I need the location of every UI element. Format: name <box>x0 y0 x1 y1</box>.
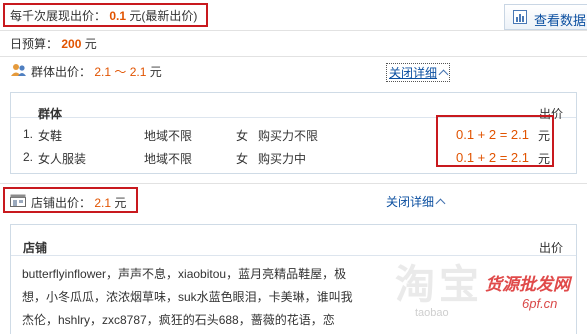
group-region: 地域不限 <box>144 152 193 166</box>
group-purchasing-power: 购买力不限 <box>258 129 319 143</box>
group-name: 女鞋 <box>38 129 63 143</box>
view-data-label: 查看数据 <box>534 13 587 28</box>
cpm-value: 0.1 <box>109 9 127 23</box>
row-index: 1. <box>23 127 34 141</box>
watermark-url-fragment: taobao <box>415 307 449 319</box>
row-index: 2. <box>23 150 34 164</box>
group-name: 女人服装 <box>38 152 87 166</box>
group-purchasing-power: 购买力中 <box>258 152 307 166</box>
shop-icon <box>10 194 26 207</box>
cpm-label: 每千次展现出价： <box>10 9 107 23</box>
group-bid-line: 群体出价： 2.1 ～ 2.1 元 <box>31 63 162 80</box>
group-bid-unit: 元 <box>149 65 162 79</box>
watermark-site-name: 货源批发网 <box>485 275 570 294</box>
group-region: 地域不限 <box>144 129 193 143</box>
divider <box>0 56 587 57</box>
watermark-site-url: 6pf.cn <box>522 296 558 311</box>
divider <box>0 183 587 184</box>
shop-bid-value: 2.1 <box>94 196 112 210</box>
budget-value: 200 <box>61 37 82 51</box>
chevron-up-icon <box>435 198 446 209</box>
watermark-taobao: 淘宝 <box>395 263 483 307</box>
cpm-unit: 元(最新出价) <box>129 9 198 23</box>
close-detail-link-group[interactable]: 关闭详细 <box>386 63 451 82</box>
daily-budget-line: 日预算： 200 元 <box>10 35 97 52</box>
close-detail-label: 关闭详细 <box>386 195 435 209</box>
shop-column-header: 店铺 <box>23 241 48 255</box>
close-detail-link-shop[interactable]: 关闭详细 <box>386 193 446 210</box>
shop-bid-line: 店铺出价： 2.1 元 <box>31 194 126 211</box>
group-gender: 女 <box>236 129 249 143</box>
group-gender: 女 <box>236 152 249 166</box>
budget-label: 日预算： <box>10 37 59 51</box>
chart-icon <box>513 10 527 24</box>
group-bid-range: 2.1 ～ 2.1 <box>94 65 147 79</box>
shop-bid-label: 店铺出价： <box>31 196 92 210</box>
close-detail-label: 关闭详细 <box>389 66 438 80</box>
shop-table-header: 店铺 出价 <box>11 225 576 256</box>
shop-bid-column-header: 出价 <box>539 241 564 255</box>
people-icon <box>11 64 26 76</box>
divider <box>0 30 587 31</box>
cpm-bid-line: 每千次展现出价： 0.1 元(最新出价) <box>10 7 197 24</box>
group-column-header: 群体 <box>38 107 63 121</box>
chevron-up-icon <box>438 69 449 80</box>
budget-unit: 元 <box>84 37 97 51</box>
group-bid-label: 群体出价： <box>31 65 92 79</box>
view-data-button[interactable]: 查看数据 <box>504 4 587 30</box>
bid-formula-highlight-box <box>436 115 554 167</box>
shop-bid-unit: 元 <box>114 196 127 210</box>
